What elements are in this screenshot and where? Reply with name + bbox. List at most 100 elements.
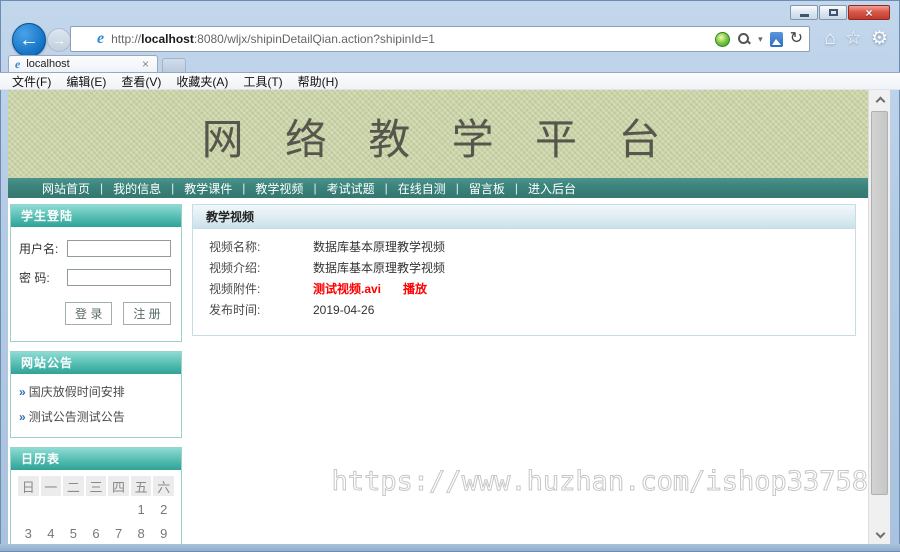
tab-localhost[interactable]: e localhost × <box>8 55 158 72</box>
browser-window: × ← → e http://localhost:8080/wljx/shipi… <box>0 0 900 552</box>
address-bar[interactable]: e http://localhost:8080/wljx/shipinDetai… <box>70 26 810 52</box>
password-label: 密 码: <box>19 271 50 285</box>
addressbar-status-icon[interactable] <box>715 31 731 47</box>
nav-courseware[interactable]: 教学课件 <box>178 180 238 197</box>
calendar-panel: 日历表 日 一 二 三 四 五 六 1 2 3 4 5 6 7 8 9 <box>10 447 182 544</box>
register-button[interactable]: 注 册 <box>123 302 171 325</box>
page-viewport: 网 络 教 学 平 台 网站首页 | 我的信息 | 教学课件 | 教学视频 | … <box>8 90 868 544</box>
menu-favorites[interactable]: 收藏夹(A) <box>176 73 228 90</box>
menu-bar: 文件(F) 编辑(E) 查看(V) 收藏夹(A) 工具(T) 帮助(H) <box>0 72 900 90</box>
cal-date: 3 <box>24 525 32 541</box>
nav-home[interactable]: 网站首页 <box>36 180 96 197</box>
menu-view[interactable]: 查看(V) <box>121 73 161 90</box>
close-button[interactable]: × <box>848 5 890 20</box>
maximize-button[interactable] <box>819 5 847 20</box>
play-link[interactable]: 播放 <box>403 282 427 296</box>
site-banner: 网 络 教 学 平 台 <box>8 90 868 178</box>
cal-day-header: 一 <box>40 476 62 496</box>
cal-date <box>108 498 129 520</box>
scroll-up-button[interactable] <box>869 90 891 108</box>
url-host: localhost <box>141 32 194 46</box>
bullet-arrow-icon: » <box>19 385 26 399</box>
announcement-link[interactable]: » 测试公告测试公告 <box>19 405 173 430</box>
forward-icon: → <box>52 32 66 48</box>
publish-time-row: 发布时间: 2019-04-26 <box>209 300 845 321</box>
login-button[interactable]: 登 录 <box>65 302 113 325</box>
video-detail-panel: 教学视频 视频名称: 数据库基本原理教学视频 视频介绍: 数据库基本原理教学视频… <box>192 204 856 336</box>
favorites-star-icon[interactable]: ☆ <box>845 27 862 51</box>
close-icon: × <box>865 5 873 20</box>
home-icon[interactable]: ⌂ <box>824 27 835 51</box>
attachment-file-link[interactable]: 测试视频.avi <box>313 282 381 296</box>
nav-separator: | <box>171 181 175 195</box>
cal-date: 1 <box>137 501 145 517</box>
cal-date: 9 <box>160 525 168 541</box>
window-titlebar: × <box>0 0 900 22</box>
announcements-panel: 网站公告 » 国庆放假时间安排 » 测试公告测试公告 <box>10 351 182 438</box>
tab-close-icon[interactable]: × <box>140 57 151 71</box>
cal-day-header: 六 <box>153 476 174 496</box>
ie-favicon-icon: e <box>97 30 105 47</box>
forward-button[interactable]: → <box>47 28 71 52</box>
video-name-label: 视频名称: <box>209 240 261 254</box>
nav-message-board[interactable]: 留言板 <box>463 180 511 197</box>
nav-my-info[interactable]: 我的信息 <box>107 180 167 197</box>
new-tab-button[interactable] <box>162 58 186 72</box>
username-input[interactable] <box>67 240 171 257</box>
video-intro-row: 视频介绍: 数据库基本原理教学视频 <box>209 258 845 279</box>
tab-title: localhost <box>26 58 70 70</box>
video-attachment-label: 视频附件: <box>209 282 261 296</box>
vertical-scrollbar[interactable] <box>868 90 890 544</box>
window-bottom-border <box>0 544 900 552</box>
publish-time-value: 2019-04-26 <box>313 303 375 317</box>
url-protocol: http:// <box>111 32 142 46</box>
nav-separator: | <box>455 181 459 195</box>
menu-help[interactable]: 帮助(H) <box>298 73 339 90</box>
scroll-down-button[interactable] <box>869 526 891 544</box>
video-name-row: 视频名称: 数据库基本原理教学视频 <box>209 237 845 258</box>
cal-date: 6 <box>92 525 100 541</box>
publish-time-label: 发布时间: <box>209 303 261 317</box>
tab-favicon-icon: e <box>15 56 21 71</box>
chrome-right-buttons: ⌂ ☆ ⚙ <box>824 27 888 51</box>
nav-videos[interactable]: 教学视频 <box>249 180 309 197</box>
compatibility-view-icon[interactable] <box>769 31 783 47</box>
password-input[interactable] <box>67 269 171 286</box>
bullet-arrow-icon: » <box>19 410 26 424</box>
video-intro-value: 数据库基本原理教学视频 <box>313 261 446 275</box>
nav-self-test[interactable]: 在线自测 <box>392 180 452 197</box>
menu-file[interactable]: 文件(F) <box>12 73 51 90</box>
cal-date <box>86 498 107 520</box>
menu-edit[interactable]: 编辑(E) <box>66 73 106 90</box>
cal-day-header: 日 <box>18 476 39 496</box>
nav-separator: | <box>313 181 317 195</box>
refresh-icon[interactable]: ↻ <box>790 31 803 47</box>
cal-day-header: 三 <box>85 476 107 496</box>
search-dropdown-icon[interactable]: ▾ <box>758 34 763 45</box>
url-text[interactable]: http://localhost:8080/wljx/shipinDetailQ… <box>111 32 715 46</box>
search-icon[interactable] <box>737 32 751 46</box>
cal-date: 2 <box>160 501 168 517</box>
site-title: 网 络 教 学 平 台 <box>201 115 675 164</box>
announcement-text: 国庆放假时间安排 <box>28 385 125 399</box>
cal-date <box>41 498 62 520</box>
announcements-title: 网站公告 <box>11 352 181 374</box>
nav-separator: | <box>100 181 104 195</box>
video-panel-title: 教学视频 <box>193 205 855 229</box>
settings-gear-icon[interactable]: ⚙ <box>871 27 888 51</box>
chevron-down-icon <box>875 528 885 538</box>
announcement-link[interactable]: » 国庆放假时间安排 <box>19 380 173 405</box>
nav-admin[interactable]: 进入后台 <box>522 180 582 197</box>
cal-date <box>63 498 84 520</box>
menu-tools[interactable]: 工具(T) <box>243 73 282 90</box>
announcement-text: 测试公告测试公告 <box>28 410 125 424</box>
cal-day-header: 四 <box>108 476 129 496</box>
back-button[interactable]: ← <box>12 23 46 57</box>
scrollbar-thumb[interactable] <box>871 111 888 495</box>
username-label: 用户名: <box>19 242 59 256</box>
url-path: :8080/wljx/shipinDetailQian.action?shipi… <box>193 32 435 46</box>
nav-exam-questions[interactable]: 考试试题 <box>321 180 381 197</box>
cal-date: 4 <box>47 525 55 541</box>
minimize-icon <box>799 14 809 17</box>
minimize-button[interactable] <box>790 5 818 20</box>
